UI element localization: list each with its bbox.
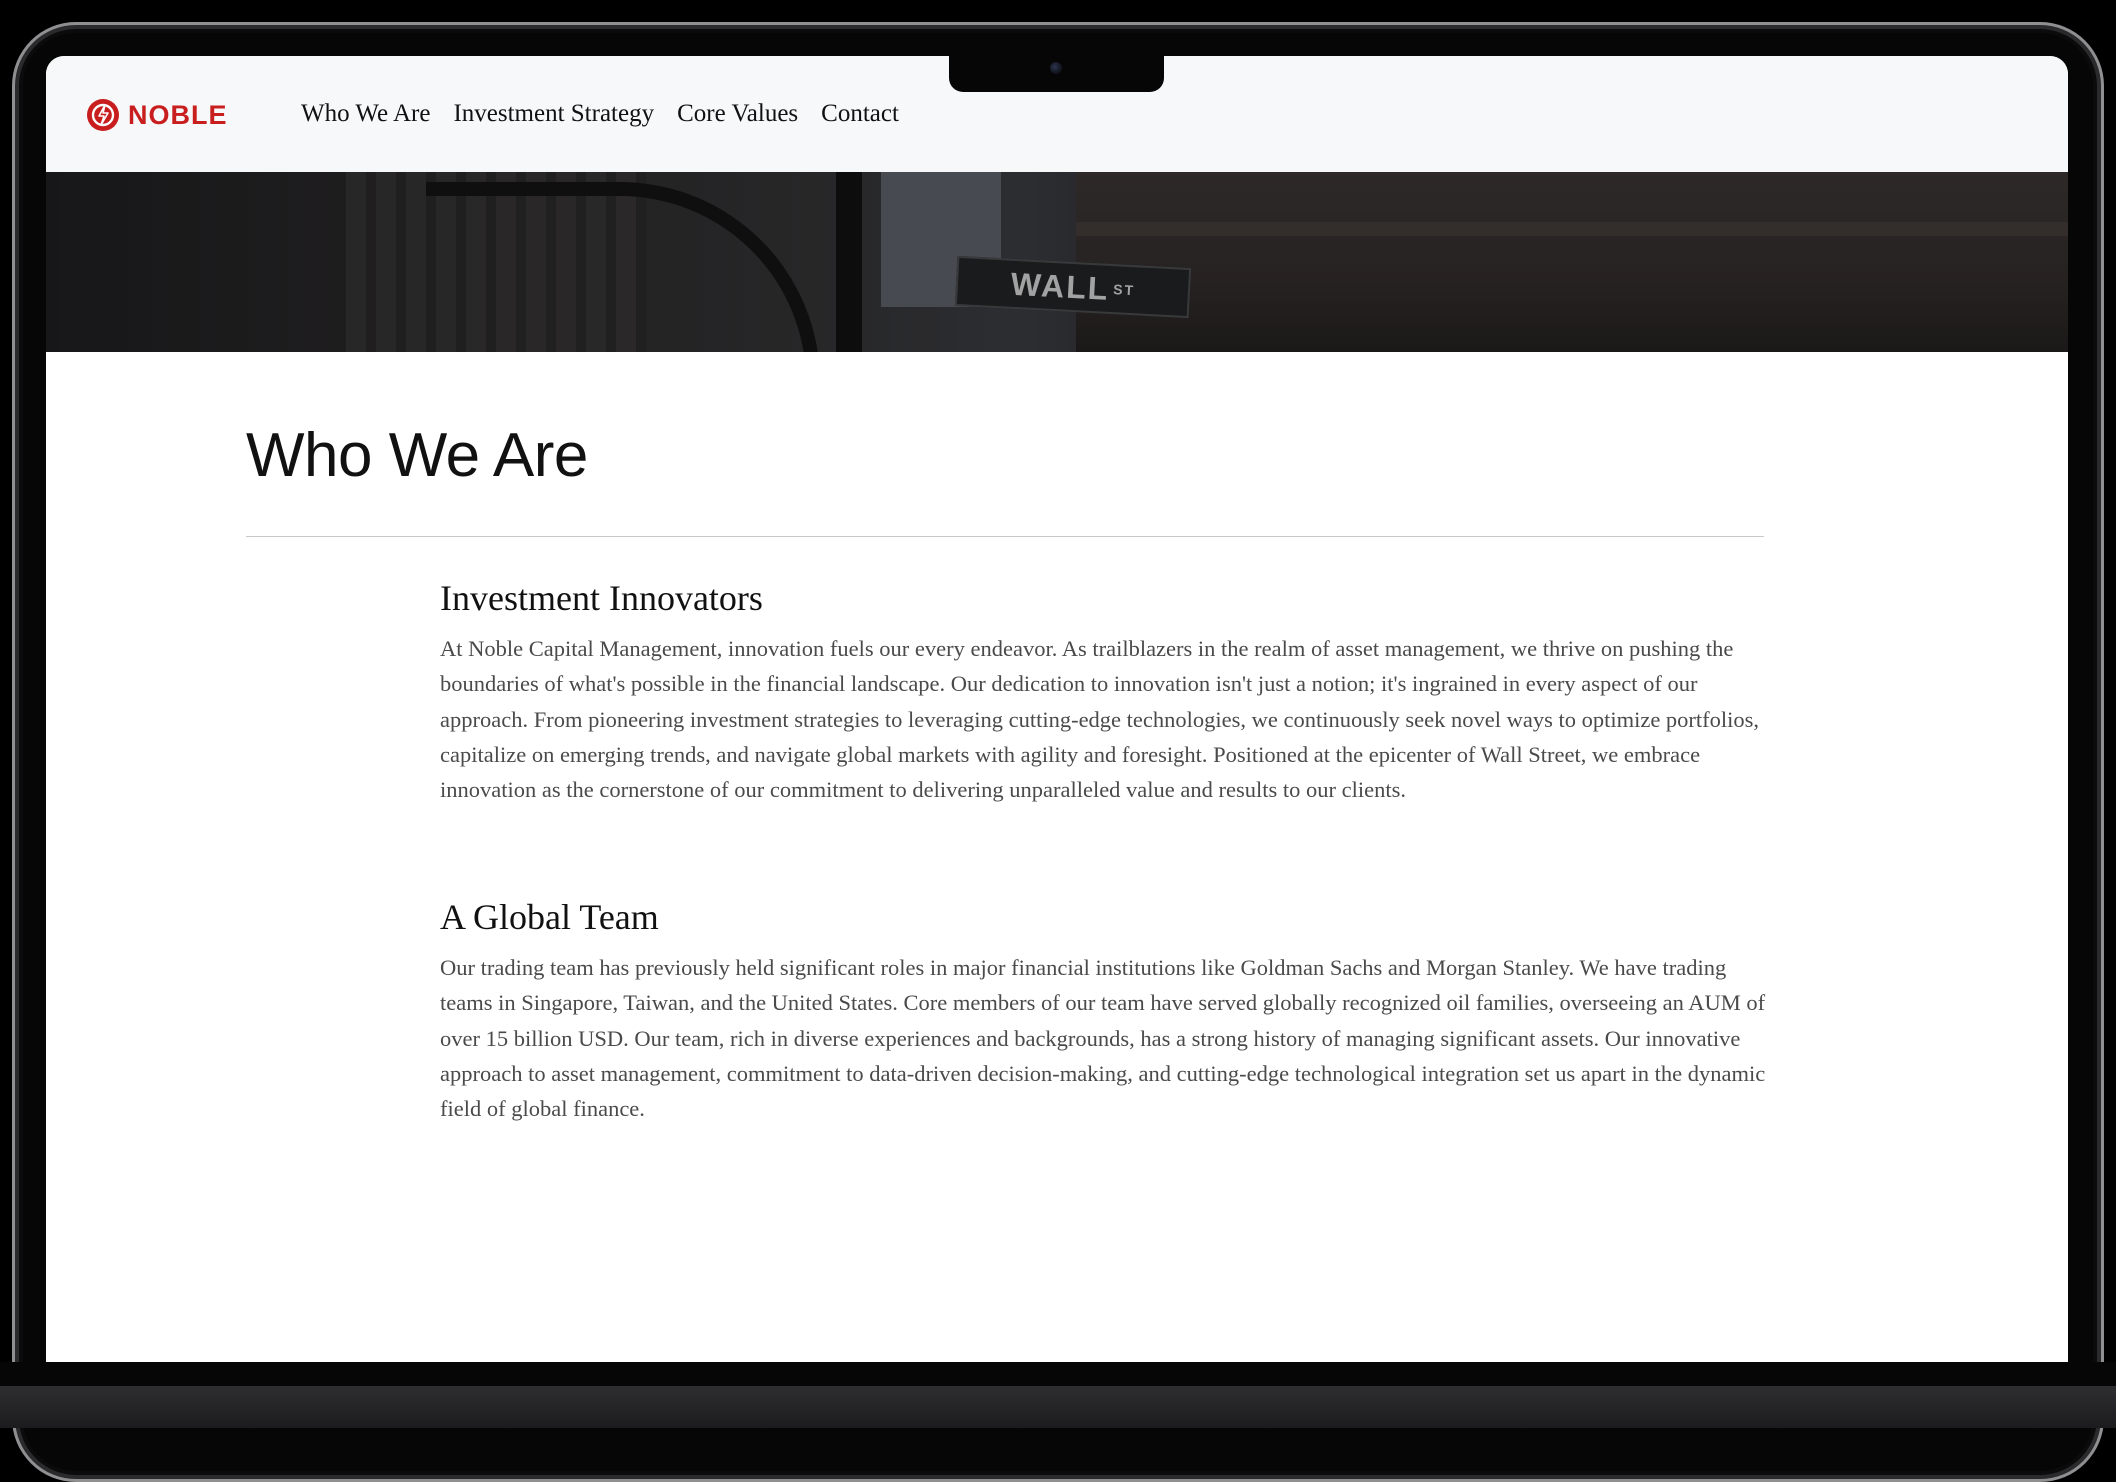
site-logo[interactable]: NOBLE bbox=[86, 98, 228, 132]
section-body: At Noble Capital Management, innovation … bbox=[440, 636, 1760, 803]
laptop-hinge bbox=[0, 1362, 2116, 1386]
webcam-icon bbox=[1050, 62, 1062, 74]
hero-banner-image: WALL ST bbox=[46, 172, 2068, 352]
section-heading: Investment Innovators bbox=[440, 578, 763, 618]
noble-logo-icon bbox=[87, 99, 119, 131]
page-title: Who We Are bbox=[246, 421, 588, 490]
nav-link-core-values[interactable]: Core Values bbox=[677, 100, 798, 128]
section-heading: A Global Team bbox=[440, 897, 659, 937]
section-global-team: A Global Team Our trading team has previ… bbox=[440, 896, 1770, 1126]
hero-dark-overlay bbox=[46, 172, 2068, 352]
section-body: Our trading team has previously held sig… bbox=[440, 955, 1766, 1122]
nav-link-contact[interactable]: Contact bbox=[821, 100, 899, 128]
browser-viewport: NOBLE Who We Are Investment Strategy Cor… bbox=[46, 56, 2068, 1362]
section-investment-innovators: Investment Innovators At Noble Capital M… bbox=[440, 577, 1770, 807]
main-nav: Who We Are Investment Strategy Core Valu… bbox=[301, 100, 899, 128]
laptop-base bbox=[0, 1386, 2116, 1428]
nav-link-who-we-are[interactable]: Who We Are bbox=[301, 100, 430, 128]
nav-link-investment-strategy[interactable]: Investment Strategy bbox=[453, 100, 654, 128]
camera-notch bbox=[949, 56, 1164, 92]
logo-wordmark: NOBLE bbox=[128, 99, 228, 130]
title-divider bbox=[246, 536, 1764, 537]
